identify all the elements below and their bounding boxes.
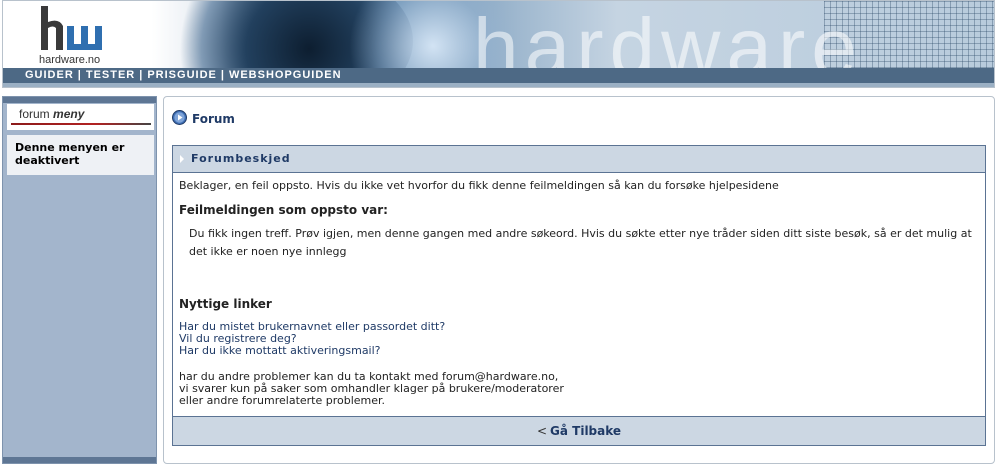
sidebar-header: forum meny [7, 104, 154, 130]
nav-webshopguiden[interactable]: WEBSHOPGUIDEN [229, 69, 342, 81]
error-message: Du fikk ingen treff. Prøv igjen, men den… [189, 227, 972, 258]
triangle-right-icon [180, 155, 184, 163]
back-link-label: Gå Tilbake [550, 424, 622, 438]
sidebar-disabled-message: Denne menyen er deaktivert [15, 141, 125, 167]
nav-tester[interactable]: TESTER [86, 69, 135, 81]
panel-body: Beklager, en feil oppsto. Hvis du ikke v… [179, 179, 979, 407]
nav-guider[interactable]: GUIDER [25, 69, 74, 81]
sidebar-title-emph: meny [53, 107, 85, 121]
nav-underline [3, 83, 994, 87]
nav-separator: | [220, 69, 225, 81]
useful-links-heading: Nyttige linker [179, 297, 272, 311]
sidebar-top-bar [3, 97, 156, 103]
nav-separator: | [77, 69, 82, 81]
top-nav: GUIDER | TESTER | PRISGUIDE | WEBSHOPGUIDEN [3, 68, 994, 83]
error-label: Feilmeldingen som oppsto var: [179, 203, 388, 217]
contact-info: har du andre problemer kan du ta kontakt… [179, 371, 979, 407]
page-title: Forum [192, 112, 235, 126]
site-header: hardware hardware.no GUIDER | TESTER | PRISG… [2, 0, 995, 88]
hw-logo-icon[interactable] [37, 4, 107, 56]
useful-links-list: Har du mistet brukernavnet eller passord… [179, 321, 979, 357]
contact-line: eller andre forumrelaterte problemer. [179, 394, 386, 407]
sidebar-title-plain: forum [19, 107, 50, 121]
sidebar-menu-box: Denne menyen er deaktivert [7, 135, 154, 175]
error-intro: Beklager, en feil oppsto. Hvis du ikke v… [179, 179, 779, 192]
sidebar-title: forum meny [19, 107, 84, 121]
link-activation-mail[interactable]: Har du ikke mottatt aktiveringsmail? [179, 345, 979, 357]
banner-watermark-word: hardware [473, 2, 863, 69]
nav-prisguide[interactable]: PRISGUIDE [147, 69, 217, 81]
link-lost-password[interactable]: Har du mistet brukernavnet eller passord… [179, 321, 979, 333]
back-arrow-icon: < [536, 424, 548, 438]
back-link[interactable]: < Gå Tilbake [537, 424, 621, 438]
sidebar-title-rule [11, 123, 151, 125]
logo-caption: hardware.no [39, 54, 101, 66]
forum-sidebar: forum meny Denne menyen er deaktivert [2, 96, 157, 464]
panel-header: Forumbeskjed [173, 146, 985, 173]
sidebar-bottom-bar [3, 457, 156, 463]
play-circle-icon [172, 110, 187, 125]
panel-footer: < Gå Tilbake [173, 416, 985, 445]
header-banner: hardware hardware.no [3, 1, 994, 68]
forum-message-panel: Forumbeskjed Beklager, en feil oppsto. H… [172, 145, 986, 446]
main-content: Forum Forumbeskjed Beklager, en feil opp… [163, 96, 995, 464]
nav-separator: | [139, 69, 144, 81]
panel-title: Forumbeskjed [191, 152, 291, 165]
